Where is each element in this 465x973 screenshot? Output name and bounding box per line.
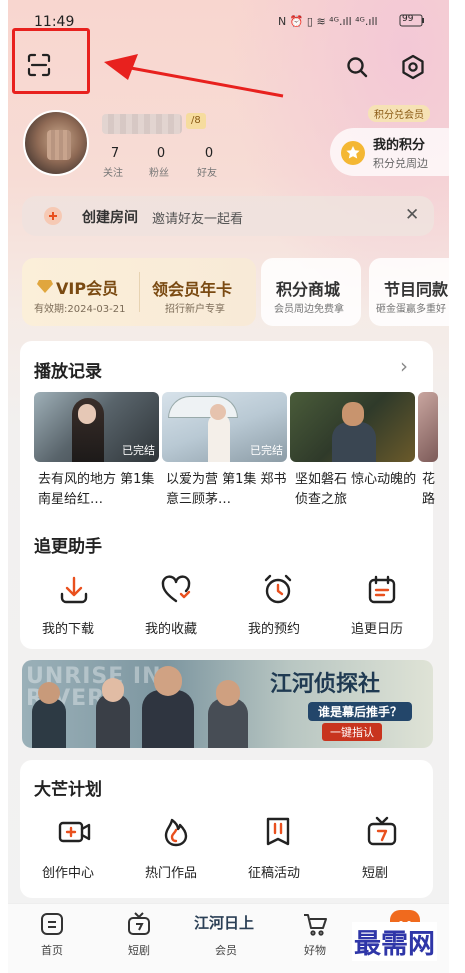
stat-number: 7	[110, 146, 120, 161]
history-title: 播放记录	[34, 362, 102, 382]
heart-icon[interactable]	[156, 570, 196, 610]
video-camera-icon[interactable]	[54, 812, 94, 852]
short-drama-nav-icon[interactable]	[125, 910, 153, 938]
history-thumbnail[interactable]: 已完结	[34, 392, 159, 462]
alarm-clock-icon[interactable]	[258, 570, 298, 610]
festival-subtitle: 砸金蛋赢多重好	[376, 304, 446, 315]
helper-label-reserve[interactable]: 我的预约	[248, 618, 300, 637]
history-caption[interactable]: 以爱为营 第1集 郑书意三顾茅…	[166, 470, 288, 510]
nav-label-drama[interactable]: 短剧	[117, 942, 161, 958]
document-icon[interactable]	[258, 812, 298, 852]
history-caption[interactable]: 花路	[422, 470, 436, 510]
plus-icon	[44, 207, 62, 225]
vip-expiry: 有效期:2024-03-21	[34, 304, 126, 315]
nav-label-member[interactable]: 会员	[204, 942, 248, 958]
stat-label: 好友	[197, 168, 217, 179]
points-tag: 积分兑会员	[368, 105, 430, 122]
annual-card-subtitle: 招行新户专享	[165, 304, 225, 315]
app-screen: 11:49 N ⏰ ▯ ≋ ⁴ᴳ.ıll ⁴ᴳ.ıll 99 /8 7 关注 0	[8, 0, 449, 973]
watermark: 最需网	[352, 922, 437, 961]
points-title: 我的积分	[373, 138, 426, 153]
username-blurred	[102, 114, 182, 134]
annotation-arrow	[98, 40, 288, 100]
helper-title: 追更助手	[34, 537, 102, 557]
plan-label-hot[interactable]: 热门作品	[145, 862, 197, 881]
annual-card-title[interactable]: 领会员年卡	[152, 276, 232, 300]
banner-cta-button[interactable]: 一键指认	[322, 723, 382, 741]
avatar[interactable]	[23, 110, 89, 176]
banner-title: 江河侦探社	[270, 671, 381, 697]
star-icon	[341, 141, 365, 165]
settings-icon[interactable]	[400, 54, 426, 80]
stat-label: 关注	[103, 168, 123, 179]
flame-icon[interactable]	[156, 812, 196, 852]
plan-title: 大芒计划	[34, 780, 102, 800]
plan-label-submission[interactable]: 征稿活动	[248, 862, 300, 881]
nav-label-goods[interactable]: 好物	[293, 942, 337, 958]
banner-slogan: 谁是幕后推手？	[308, 702, 413, 721]
stat-number: 0	[204, 146, 214, 161]
stat-number: 0	[156, 146, 166, 161]
chevron-right-icon[interactable]: ›	[400, 354, 408, 378]
home-icon[interactable]	[38, 910, 66, 938]
close-icon[interactable]: ✕	[405, 205, 419, 225]
stat-label: 粉丝	[149, 168, 169, 179]
scan-icon[interactable]	[26, 52, 52, 78]
completed-badge: 已完结	[122, 444, 155, 457]
diamond-icon	[37, 278, 53, 293]
level-badge: /8	[186, 113, 206, 129]
calendar-icon[interactable]	[362, 570, 402, 610]
svg-text:N ⏰ ▯ ≋ ⁴ᴳ.ıll ⁴ᴳ.ıll: N ⏰ ▯ ≋ ⁴ᴳ.ıll ⁴ᴳ.ıll	[278, 14, 378, 28]
points-mall-subtitle: 会员周边免费拿	[274, 304, 344, 315]
battery-level: 99	[402, 14, 414, 24]
history-thumbnail[interactable]: 已完结	[162, 392, 287, 462]
nav-label-home[interactable]: 首页	[30, 942, 74, 958]
points-mall-title: 积分商城	[276, 280, 341, 299]
promo-banner[interactable]: UNRISE IN RIVER 江河侦探社 谁是幕后推手？ 一键指认	[22, 660, 433, 748]
search-icon[interactable]	[345, 55, 369, 79]
plan-label-creator[interactable]: 创作中心	[42, 862, 94, 881]
download-icon[interactable]	[54, 570, 94, 610]
history-thumbnail[interactable]	[418, 392, 438, 462]
plan-label-drama[interactable]: 短剧	[362, 862, 388, 881]
history-caption[interactable]: 去有风的地方 第1集 南星给红…	[38, 470, 160, 510]
create-room-title: 创建房间	[82, 210, 138, 226]
history-thumbnail[interactable]	[290, 392, 415, 462]
create-room-subtitle: 邀请好友一起看	[152, 212, 244, 227]
helper-label-download[interactable]: 我的下载	[42, 618, 94, 637]
vip-title: VIP会员	[56, 279, 119, 298]
history-caption[interactable]: 坚如磐石 惊心动魄的侦查之旅	[295, 470, 417, 510]
tv-icon[interactable]	[362, 812, 402, 852]
points-subtitle: 积分兑周边	[373, 157, 428, 170]
divider	[139, 272, 140, 312]
nav-center-logo[interactable]: 江河日上	[194, 912, 254, 933]
completed-badge: 已完结	[250, 444, 283, 457]
festival-title: 节目同款	[384, 280, 449, 299]
helper-label-calendar[interactable]: 追更日历	[351, 618, 403, 637]
shopping-cart-icon[interactable]	[301, 910, 329, 938]
helper-label-favorite[interactable]: 我的收藏	[145, 618, 197, 637]
